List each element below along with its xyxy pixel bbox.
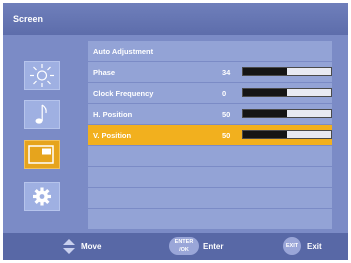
move-hint-label: Move	[81, 242, 102, 251]
music-note-icon	[35, 104, 47, 124]
footer-help-bar: Move ENTER /OK Enter EXIT Exit	[3, 233, 348, 260]
level-fill	[243, 110, 287, 117]
screen-icon	[28, 145, 54, 164]
menu-title: Screen	[13, 14, 44, 24]
menu-row-h-position[interactable]: H. Position 50	[88, 104, 332, 124]
category-picture[interactable]	[24, 61, 60, 90]
enter-key-text: ENTER	[174, 239, 194, 245]
row-value: 50	[222, 131, 231, 140]
settings-menu: Auto Adjustment Phase 34 Clock Frequency…	[88, 41, 332, 230]
level-slider[interactable]	[242, 130, 332, 139]
row-label: V. Position	[93, 131, 132, 140]
up-down-arrow-icon	[63, 239, 75, 254]
level-fill	[243, 68, 287, 75]
menu-row-auto-adjustment[interactable]: Auto Adjustment	[88, 41, 332, 61]
row-value: 34	[222, 68, 231, 77]
menu-row-clock-frequency[interactable]: Clock Frequency 0	[88, 83, 332, 103]
row-label: Phase	[93, 68, 116, 77]
exit-key-text: EXIT	[285, 243, 299, 249]
level-slider[interactable]	[242, 109, 332, 118]
osd-menu: Screen Auto Adjustment Phase 34 Clock Fr…	[3, 3, 348, 260]
menu-body: Auto Adjustment Phase 34 Clock Frequency…	[3, 35, 348, 233]
menu-row-empty	[88, 209, 332, 229]
row-value: 0	[222, 89, 227, 98]
category-sidebar	[3, 35, 86, 233]
row-label: Clock Frequency	[93, 89, 154, 98]
category-screen[interactable]	[24, 140, 60, 169]
level-fill	[243, 89, 287, 96]
enter-hint-label: Enter	[203, 242, 224, 251]
category-audio[interactable]	[24, 100, 60, 129]
menu-row-empty	[88, 146, 332, 166]
level-slider[interactable]	[242, 67, 332, 76]
exit-key-icon: EXIT	[283, 237, 301, 255]
menu-row-v-position[interactable]: V. Position 50	[88, 125, 332, 145]
enter-key-subtext: /OK	[179, 247, 189, 253]
exit-hint-label: Exit	[307, 242, 322, 251]
gear-icon	[33, 187, 51, 206]
menu-row-phase[interactable]: Phase 34	[88, 62, 332, 82]
level-fill	[243, 131, 287, 138]
title-bar: Screen	[3, 3, 348, 35]
category-setup[interactable]	[24, 182, 60, 211]
level-slider[interactable]	[242, 88, 332, 97]
brightness-icon	[30, 64, 54, 87]
enter-key-icon: ENTER /OK	[169, 237, 199, 255]
row-label: Auto Adjustment	[93, 47, 154, 56]
menu-row-empty	[88, 167, 332, 187]
menu-row-empty	[88, 188, 332, 208]
row-label: H. Position	[93, 110, 133, 119]
row-value: 50	[222, 110, 231, 119]
